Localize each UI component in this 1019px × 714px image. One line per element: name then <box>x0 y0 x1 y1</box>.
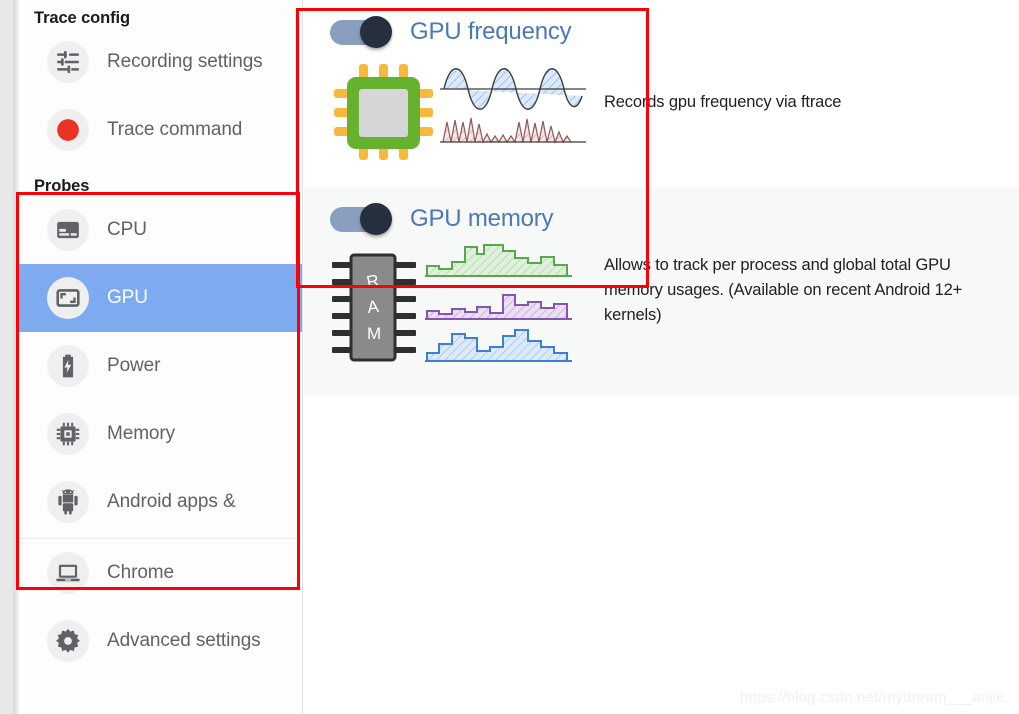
sidebar-item-label: Advanced settings <box>107 630 261 651</box>
sidebar: Trace config Recording settings Trace co… <box>19 0 303 714</box>
sidebar-item-label: Recording settings <box>107 51 263 72</box>
watermark-text: https://blog.csdn.net/mydream___anjie <box>739 689 1005 706</box>
cpu-chip-waveforms-illustration <box>304 50 604 187</box>
sidebar-item-android-apps[interactable]: Android apps & <box>19 468 302 536</box>
sidebar-section-title-probes: Probes <box>34 177 90 195</box>
card-body: R A M Allows to track per process and gl… <box>304 235 1019 395</box>
sidebar-item-label: Android apps & <box>107 491 236 512</box>
card-description: Records gpu frequency via ftrace <box>604 93 842 111</box>
gpu-memory-toggle[interactable] <box>330 203 392 235</box>
card-header: GPU memory <box>304 187 1019 235</box>
ram-chip-step-charts-illustration: R A M <box>304 235 604 395</box>
sidebar-item-advanced-settings[interactable]: Advanced settings <box>19 607 302 675</box>
sidebar-item-chrome[interactable]: Chrome <box>19 539 302 607</box>
gear-icon <box>47 620 89 662</box>
card-title: GPU frequency <box>410 18 572 45</box>
sidebar-section-title-trace-config: Trace config <box>34 9 130 27</box>
toggle-knob <box>360 16 392 48</box>
sidebar-item-gpu[interactable]: GPU <box>19 264 302 332</box>
gpu-icon <box>47 277 89 319</box>
tune-icon <box>47 41 89 83</box>
laptop-icon <box>47 552 89 594</box>
app-root: Trace config Recording settings Trace co… <box>0 0 1019 714</box>
card-gpu-memory: GPU memory R A M Allows to track per pro… <box>304 187 1019 395</box>
gpu-frequency-toggle[interactable] <box>330 16 392 48</box>
cpu-icon <box>47 209 89 251</box>
sidebar-item-label: Chrome <box>107 562 174 583</box>
main-content: GPU frequency Records gpu frequency via … <box>304 0 1019 714</box>
card-body: Records gpu frequency via ftrace <box>304 50 1019 187</box>
android-icon <box>47 481 89 523</box>
sidebar-item-label: Memory <box>107 423 176 444</box>
card-description: Allows to track per process and global t… <box>604 256 963 324</box>
card-gpu-frequency: GPU frequency Records gpu frequency via … <box>304 0 1019 187</box>
sidebar-item-memory[interactable]: Memory <box>19 400 302 468</box>
sidebar-item-recording-settings[interactable]: Recording settings <box>19 28 302 96</box>
battery-icon <box>47 345 89 387</box>
sidebar-item-label: CPU <box>107 219 147 240</box>
sidebar-item-label: GPU <box>107 287 148 308</box>
card-title: GPU memory <box>410 205 554 232</box>
sidebar-item-cpu[interactable]: CPU <box>19 196 302 264</box>
sidebar-item-trace-command[interactable]: Trace command <box>19 96 302 164</box>
sidebar-item-label: Trace command <box>107 119 243 140</box>
sidebar-item-power[interactable]: Power <box>19 332 302 400</box>
record-circle-icon <box>47 109 89 151</box>
sidebar-item-label: Power <box>107 355 161 376</box>
left-gutter-strip <box>0 0 19 714</box>
memory-chip-icon <box>47 413 89 455</box>
toggle-knob <box>360 203 392 235</box>
svg-text:M: M <box>367 324 381 343</box>
card-header: GPU frequency <box>304 0 1019 48</box>
